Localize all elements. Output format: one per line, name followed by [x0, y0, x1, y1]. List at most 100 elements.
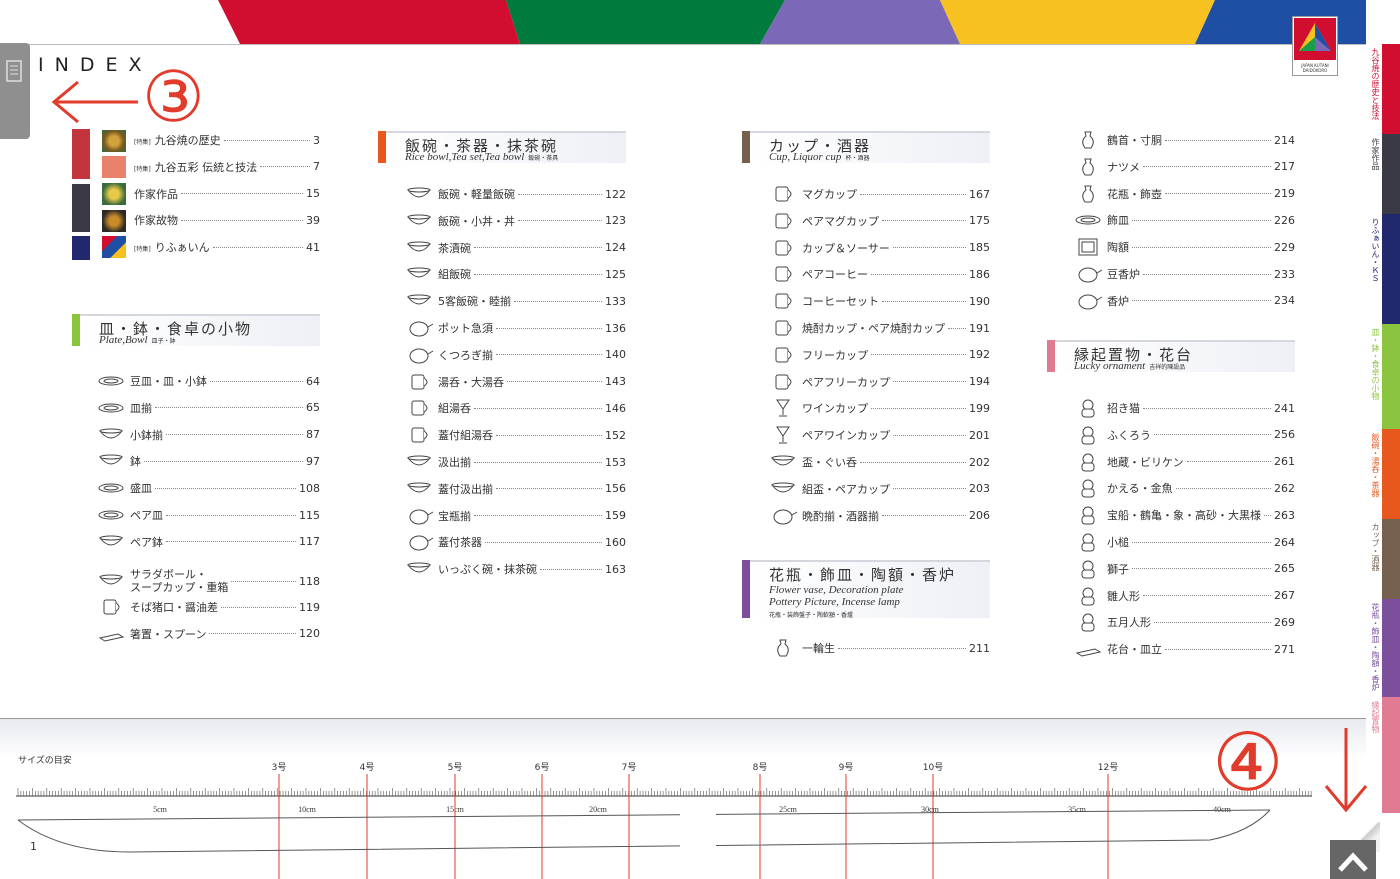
pot-icon: [1073, 291, 1103, 311]
entry-page: 256: [1274, 428, 1295, 442]
vase-entry[interactable]: 陶額 229: [1073, 236, 1295, 258]
plate-entry[interactable]: ペア鉢 117: [96, 531, 320, 553]
chapter-tab[interactable]: 花瓶・飾皿・陶額・香炉: [1366, 599, 1400, 697]
bowl-icon: [404, 452, 434, 472]
chapter-tab-color: [1382, 44, 1400, 134]
section-lucky-swatch: [1047, 340, 1055, 372]
rice-entry[interactable]: 蓋付汲出揃 156: [404, 478, 626, 500]
lucky-entry[interactable]: 獅子 265: [1073, 558, 1295, 580]
lucky-entry[interactable]: ふくろう 256: [1073, 424, 1295, 446]
cup-entry[interactable]: 晩酌揃・酒器揃 206: [768, 505, 990, 527]
vase-entry[interactable]: 一輪生 211: [768, 637, 990, 659]
lucky-entry[interactable]: 地蔵・ビリケン 261: [1073, 451, 1295, 473]
chapter-tab[interactable]: 九谷焼の歴史と技法: [1366, 44, 1400, 134]
index-entry[interactable]: 作家故物 39: [130, 209, 320, 231]
cup-entry[interactable]: ペアフリーカップ 194: [768, 371, 990, 393]
entry-label: 獅子: [1107, 562, 1129, 576]
lucky-entry[interactable]: 五月人形 269: [1073, 611, 1295, 633]
cup-entry[interactable]: 組盃・ペアカップ 203: [768, 478, 990, 500]
plate-entry[interactable]: ペア皿 115: [96, 504, 320, 526]
chapter-tab[interactable]: 飯碗・湯呑・茶器: [1366, 429, 1400, 519]
chapter-tab[interactable]: 皿・鉢・食卓の小物: [1366, 324, 1400, 429]
lucky-entry[interactable]: 招き猫 241: [1073, 397, 1295, 419]
rice-entry[interactable]: 飯碗・軽量飯碗 122: [404, 183, 626, 205]
rice-entry[interactable]: 蓋付茶器 160: [404, 531, 626, 553]
entry-label: コーヒーセット: [802, 295, 879, 309]
cup-entry[interactable]: ペアワインカップ 201: [768, 424, 990, 446]
chapter-tab[interactable]: りふぁいん・ＫＳ: [1366, 214, 1400, 324]
plate-icon: [96, 398, 126, 418]
vase-entry[interactable]: ナツメ 217: [1073, 156, 1295, 178]
leader-dots: [474, 461, 602, 463]
size-ruler: 5cm 10cm 15cm 20cm 25cm 30cm 35cm 40cm3号 4号 5号 6号 7…: [16, 762, 1312, 879]
scroll-top-button[interactable]: [1330, 840, 1376, 879]
rice-entry[interactable]: 宝瓶揃 159: [404, 505, 626, 527]
plate-entry[interactable]: そば猪口・醤油差 119: [96, 596, 320, 618]
lucky-entry[interactable]: 小槌 264: [1073, 531, 1295, 553]
index-entry[interactable]: 作家作品 15: [130, 183, 320, 205]
lucky-entry[interactable]: かえる・金魚 262: [1073, 477, 1295, 499]
rice-entry[interactable]: 茶漬碗 124: [404, 237, 626, 259]
entry-page: 122: [605, 187, 626, 201]
sidebar-toggle-button[interactable]: [0, 43, 30, 139]
leader-dots: [1165, 139, 1271, 141]
entry-page: 262: [1274, 481, 1295, 495]
annotation-3-label: ③: [142, 56, 205, 138]
vase-entry[interactable]: 香炉 234: [1073, 290, 1295, 312]
vase-entry[interactable]: 鶴首・寸胴 214: [1073, 129, 1295, 151]
leader-dots: [485, 541, 602, 543]
cup-entry[interactable]: コーヒーセット 190: [768, 290, 990, 312]
band-red: [218, 0, 520, 44]
rice-entry[interactable]: 飯碗・小丼・丼 123: [404, 210, 626, 232]
vase-entry[interactable]: 飾皿 226: [1073, 209, 1295, 231]
leader-dots: [496, 327, 602, 329]
chapter-tab-color: [1382, 214, 1400, 324]
plate-entry[interactable]: 箸置・スプーン 120: [96, 623, 320, 645]
lucky-entry[interactable]: 宝船・鶴亀・象・高砂・大黒様 263: [1073, 504, 1295, 526]
rice-entry[interactable]: 5客飯碗・睦揃 133: [404, 290, 626, 312]
rice-entry[interactable]: ポット急須 136: [404, 317, 626, 339]
pot-icon: [768, 506, 798, 526]
plate-entry[interactable]: 小鉢揃 87: [96, 424, 320, 446]
cup-entry[interactable]: 焼酎カップ・ペア焼酎カップ 191: [768, 317, 990, 339]
entry-page: 264: [1274, 535, 1295, 549]
plate-entry[interactable]: サラダボール・ スープカップ・重箱 118: [96, 566, 320, 596]
rice-entry[interactable]: 汲出揃 153: [404, 451, 626, 473]
cup-entry[interactable]: カップ＆ソーサー 185: [768, 237, 990, 259]
plate-entry[interactable]: 豆皿・皿・小鉢 64: [96, 370, 320, 392]
entry-label: ペア皿: [130, 509, 163, 522]
plate-entry[interactable]: 鉢 97: [96, 450, 320, 472]
pot-icon: [404, 345, 434, 365]
ruler-break: [680, 800, 716, 879]
index-entry[interactable]: [特集] 九谷焼の歴史 3: [130, 129, 320, 151]
cup-entry[interactable]: マグカップ 167: [768, 183, 990, 205]
leader-dots: [210, 380, 303, 382]
entry-page: 140: [605, 348, 626, 362]
index-entry[interactable]: [特集] りふぁいん 41: [130, 236, 320, 258]
vase-entry[interactable]: 花瓶・飾壺 219: [1073, 183, 1295, 205]
cup-entry[interactable]: ペアマグカップ 175: [768, 210, 990, 232]
rice-entry[interactable]: くつろぎ揃 140: [404, 344, 626, 366]
rice-entry[interactable]: 蓋付組湯呑 152: [404, 424, 626, 446]
rice-entry[interactable]: 組湯呑 146: [404, 397, 626, 419]
cup-entry[interactable]: ペアコーヒー 186: [768, 263, 990, 285]
cup-entry[interactable]: 盃・ぐい呑 202: [768, 451, 990, 473]
rice-entry[interactable]: 湯呑・大湯呑 143: [404, 371, 626, 393]
lucky-entry[interactable]: 花台・皿立 271: [1073, 638, 1295, 660]
index-entry[interactable]: [特集] 九谷五彩 伝統と技法 7: [130, 156, 320, 178]
leader-dots: [474, 515, 602, 517]
chapter-tab[interactable]: カップ・酒器: [1366, 519, 1400, 599]
section-rice-subtitle: Rice bowl,Tea set,Tea bowl 飯碗・茶具: [405, 151, 559, 163]
cup-entry[interactable]: ワインカップ 199: [768, 397, 990, 419]
cup-entry[interactable]: フリーカップ 192: [768, 344, 990, 366]
vase-entry[interactable]: 豆香炉 233: [1073, 263, 1295, 285]
chapter-tab[interactable]: 作家作品: [1366, 134, 1400, 214]
entry-label: 飯碗・小丼・丼: [438, 214, 515, 228]
plate-entry[interactable]: 皿揃 65: [96, 397, 320, 419]
rice-entry[interactable]: 組飯碗 125: [404, 263, 626, 285]
plate-entry[interactable]: 盛皿 108: [96, 477, 320, 499]
bowl-icon: [768, 479, 798, 499]
lucky-entry[interactable]: 雛人形 267: [1073, 585, 1295, 607]
rice-entry[interactable]: いっぷく碗・抹茶碗 163: [404, 558, 626, 580]
leader-dots: [860, 193, 966, 195]
